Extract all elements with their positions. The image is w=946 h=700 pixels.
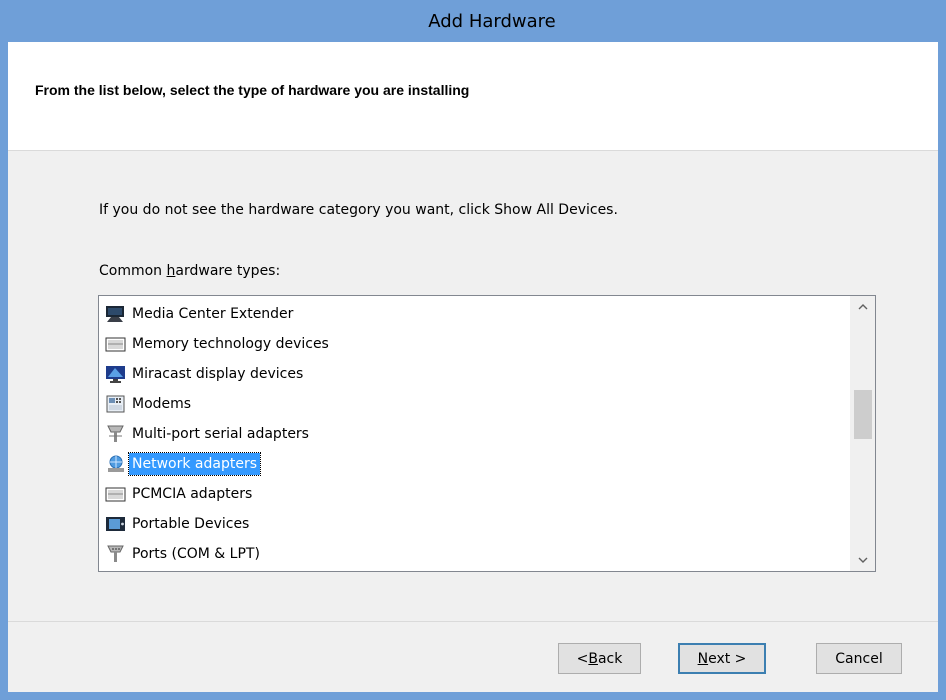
- memory-device-icon: [105, 334, 127, 354]
- hardware-types-list[interactable]: Media Center Extender Memory technology …: [98, 295, 876, 572]
- window-frame-left: [0, 0, 8, 700]
- list-label-suffix: ardware types:: [175, 263, 281, 279]
- list-item-label: PCMCIA adapters: [132, 486, 253, 502]
- list-item-label: Ports (COM & LPT): [132, 546, 260, 562]
- list-item-modems[interactable]: Modems: [105, 391, 194, 417]
- window-title: Add Hardware: [428, 10, 556, 32]
- list-item-label: Multi-port serial adapters: [132, 426, 309, 442]
- list-item-multi-port-serial-adapters[interactable]: Multi-port serial adapters: [105, 421, 312, 447]
- list-label: Common hardware types:: [99, 263, 280, 279]
- scroll-up-arrow-icon[interactable]: [851, 296, 875, 318]
- back-button-accel: B: [588, 650, 598, 667]
- serial-port-icon: [105, 424, 127, 444]
- list-item-ports-com-lpt[interactable]: Ports (COM & LPT): [105, 541, 263, 567]
- scroll-thumb[interactable]: [854, 390, 872, 439]
- pcmcia-icon: [105, 484, 127, 504]
- wizard-content: If you do not see the hardware category …: [8, 151, 938, 692]
- list-item-label: Network adapters: [128, 452, 261, 476]
- list-item-network-adapters[interactable]: Network adapters: [105, 451, 261, 477]
- portable-device-icon: [105, 514, 127, 534]
- list-scrollbar[interactable]: [850, 296, 875, 571]
- scroll-down-arrow-icon[interactable]: [851, 549, 875, 571]
- ports-icon: [105, 544, 127, 564]
- button-separator: [8, 621, 938, 622]
- list-item-memory-technology-devices[interactable]: Memory technology devices: [105, 331, 332, 357]
- list-item-miracast-display-devices[interactable]: Miracast display devices: [105, 361, 306, 387]
- back-button-prefix: <: [576, 650, 589, 667]
- back-button-rest: ack: [597, 650, 623, 667]
- wizard-header: From the list below, select the type of …: [8, 42, 938, 151]
- list-item-media-center-extender[interactable]: Media Center Extender: [105, 301, 296, 327]
- header-instruction: From the list below, select the type of …: [35, 82, 470, 98]
- network-adapter-icon: [105, 454, 127, 474]
- next-button-rest: ext >: [708, 650, 747, 667]
- media-center-extender-icon: [105, 304, 127, 324]
- list-item-label: Modems: [132, 396, 192, 412]
- back-button[interactable]: < Back: [558, 643, 641, 674]
- title-bar[interactable]: Add Hardware: [8, 0, 938, 42]
- next-button-accel: N: [697, 650, 709, 667]
- window-frame-bottom: [0, 692, 946, 700]
- list-label-prefix: Common: [99, 263, 167, 279]
- list-item-label: Media Center Extender: [132, 306, 294, 322]
- list-item-pcmcia-adapters[interactable]: PCMCIA adapters: [105, 481, 255, 507]
- modem-icon: [105, 394, 127, 414]
- list-item-portable-devices[interactable]: Portable Devices: [105, 511, 252, 537]
- window-frame-right: [938, 0, 946, 700]
- info-text: If you do not see the hardware category …: [99, 202, 618, 218]
- next-button[interactable]: Next >: [678, 643, 766, 674]
- list-item-label: Miracast display devices: [132, 366, 304, 382]
- list-item-label: Portable Devices: [132, 516, 250, 532]
- miracast-display-icon: [105, 364, 127, 384]
- list-item-label: Memory technology devices: [132, 336, 329, 352]
- cancel-button[interactable]: Cancel: [816, 643, 902, 674]
